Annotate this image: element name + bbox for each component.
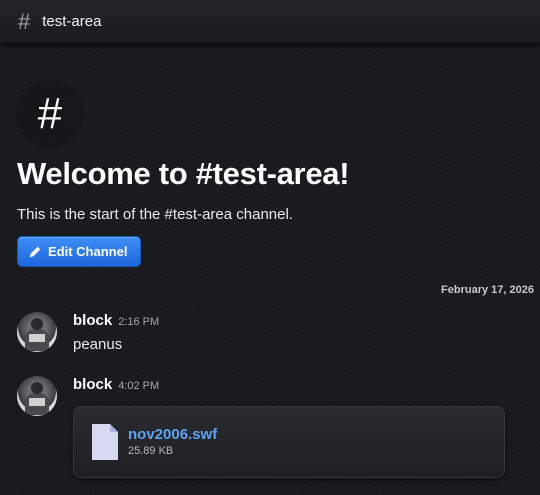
edit-channel-label: Edit Channel <box>48 244 128 259</box>
message: block 4:02 PM nov2006.swf 25.89 KB <box>17 376 517 486</box>
welcome-title: Welcome to #test-area! <box>17 156 350 191</box>
channel-avatar-hash-icon: # <box>16 80 84 148</box>
message: block 2:16 PM peanus <box>17 312 517 358</box>
message-author[interactable]: block <box>73 376 112 393</box>
channel-header: # test-area <box>0 0 540 44</box>
channel-title: test-area <box>42 13 102 30</box>
avatar[interactable] <box>17 376 57 416</box>
channel-hash-icon: # <box>18 8 31 34</box>
edit-channel-button[interactable]: Edit Channel <box>17 236 141 267</box>
message-author[interactable]: block <box>73 312 112 329</box>
file-attachment[interactable]: nov2006.swf 25.89 KB <box>73 406 505 478</box>
attachment-filename[interactable]: nov2006.swf <box>128 426 217 443</box>
date-separator: February 17, 2026 <box>441 284 534 296</box>
message-timestamp: 2:16 PM <box>118 316 160 328</box>
channel-start-text: This is the start of the #test-area chan… <box>17 206 293 223</box>
pencil-icon <box>29 246 41 257</box>
file-icon <box>92 424 118 460</box>
avatar[interactable] <box>17 312 57 352</box>
message-timestamp: 4:02 PM <box>118 380 160 392</box>
message-text: peanus <box>73 336 123 353</box>
attachment-size: 25.89 KB <box>128 445 174 457</box>
